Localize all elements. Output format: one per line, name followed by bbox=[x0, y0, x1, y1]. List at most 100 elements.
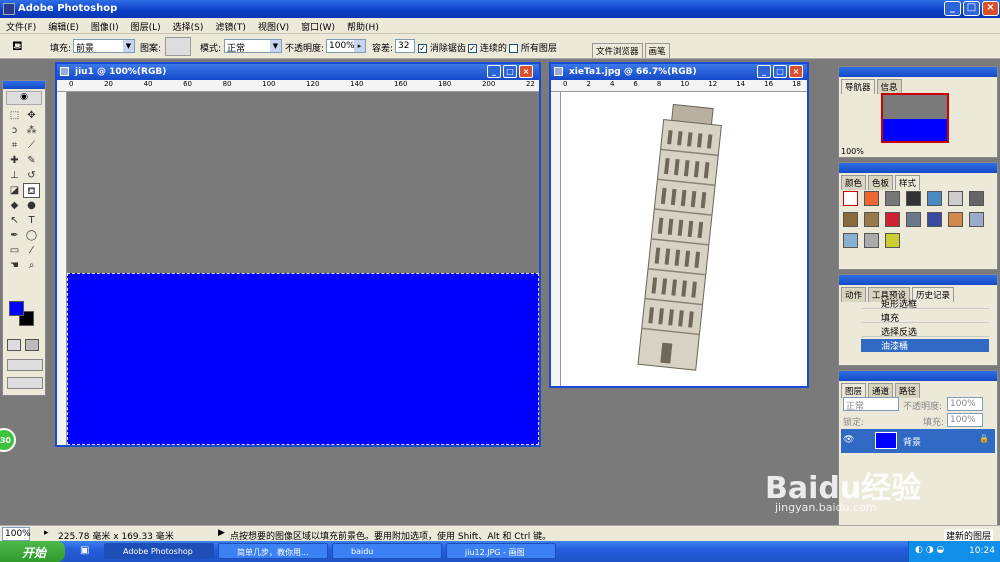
history-item[interactable]: 填充 bbox=[861, 311, 989, 324]
clone-stamp-icon[interactable]: ⊥ bbox=[6, 168, 23, 183]
opacity-input[interactable]: 100% ▸ bbox=[326, 39, 366, 53]
taskbar-item-paint[interactable]: jiu12.JPG - 画图 bbox=[446, 543, 556, 559]
slice-tool-icon[interactable]: ⟋ bbox=[23, 138, 40, 153]
standard-mode-icon[interactable] bbox=[7, 339, 21, 351]
pen-tool-icon[interactable]: ✒ bbox=[6, 228, 23, 243]
move-tool-icon[interactable]: ✥ bbox=[23, 108, 40, 123]
eraser-tool-icon[interactable]: ◪ bbox=[6, 183, 23, 198]
type-tool-icon[interactable]: T bbox=[23, 213, 40, 228]
status-zoom-input[interactable]: 100% bbox=[2, 527, 31, 541]
style-swatch[interactable] bbox=[864, 191, 879, 206]
layer-opacity-input[interactable]: 100% bbox=[947, 397, 983, 411]
taskbar-item-browser[interactable]: 简单几步，教你用... bbox=[218, 543, 328, 559]
menu-edit[interactable]: 编辑(E) bbox=[42, 18, 85, 35]
taskbar-item-photoshop[interactable]: Adobe Photoshop bbox=[104, 543, 214, 559]
foreground-color[interactable] bbox=[9, 301, 24, 316]
doc2-minimize-button[interactable]: _ bbox=[757, 65, 771, 78]
tab-color[interactable]: 颜色 bbox=[841, 175, 867, 190]
hand-tool-icon[interactable]: ☚ bbox=[6, 258, 23, 273]
mode-select[interactable]: 正常 ▼ bbox=[224, 39, 282, 54]
antialias-checkbox[interactable]: ✓ 消除锯齿 bbox=[418, 41, 466, 54]
lasso-tool-icon[interactable]: ↄ bbox=[6, 123, 23, 138]
eye-icon[interactable]: 👁 bbox=[843, 435, 854, 445]
tab-layers[interactable]: 图层 bbox=[841, 383, 867, 398]
dodge-tool-icon[interactable]: ● bbox=[23, 198, 40, 213]
imageready-icon[interactable] bbox=[7, 377, 43, 389]
maximize-button[interactable]: □ bbox=[963, 1, 980, 16]
history-item-selected[interactable]: 油漆桶 bbox=[861, 339, 989, 352]
blend-mode-select[interactable]: 正常 bbox=[843, 397, 899, 412]
style-swatch[interactable] bbox=[927, 212, 942, 227]
tab-channels[interactable]: 通道 bbox=[868, 383, 894, 398]
style-swatch[interactable] bbox=[906, 212, 921, 227]
style-swatch[interactable] bbox=[885, 191, 900, 206]
shape-tool-icon[interactable]: ◯ bbox=[23, 228, 40, 243]
menu-layer[interactable]: 图层(L) bbox=[125, 18, 167, 35]
style-swatch[interactable] bbox=[906, 191, 921, 206]
quickmask-mode-icon[interactable] bbox=[25, 339, 39, 351]
tray-icons[interactable]: ◐ ◑ ◒ bbox=[915, 545, 944, 555]
layer-row-background[interactable]: 👁 背景 🔒 bbox=[841, 429, 995, 453]
style-swatch[interactable] bbox=[969, 212, 984, 227]
contiguous-checkbox[interactable]: ✓ 连续的 bbox=[468, 41, 507, 54]
layer-fill-input[interactable]: 100% bbox=[947, 413, 983, 427]
menu-image[interactable]: 图像(I) bbox=[85, 18, 125, 35]
tab-info[interactable]: 信息 bbox=[876, 79, 902, 94]
paint-bucket-icon[interactable]: ⛾ bbox=[12, 39, 23, 56]
style-swatch[interactable] bbox=[843, 212, 858, 227]
doc1-maximize-button[interactable]: □ bbox=[503, 65, 517, 78]
navigator-preview[interactable] bbox=[881, 93, 949, 143]
style-swatch[interactable] bbox=[843, 233, 858, 248]
brush-tool-icon[interactable]: ✎ bbox=[23, 153, 40, 168]
healing-brush-icon[interactable]: ✚ bbox=[6, 153, 23, 168]
minimize-button[interactable]: _ bbox=[944, 1, 961, 16]
tab-paths[interactable]: 路径 bbox=[895, 383, 921, 398]
screen-mode-icon[interactable] bbox=[7, 359, 43, 371]
history-item[interactable]: 矩形选框 bbox=[861, 297, 989, 310]
menu-select[interactable]: 选择(S) bbox=[167, 18, 210, 35]
menu-view[interactable]: 视图(V) bbox=[252, 18, 295, 35]
magic-wand-icon[interactable]: ⁂ bbox=[23, 123, 40, 138]
all-layers-checkbox[interactable]: 所有图层 bbox=[509, 41, 557, 54]
doc2-close-button[interactable]: × bbox=[789, 65, 803, 78]
start-button[interactable]: 开始 bbox=[0, 541, 65, 562]
menu-window[interactable]: 窗口(W) bbox=[295, 18, 341, 35]
quicklaunch-icon[interactable]: ▣ bbox=[80, 545, 89, 556]
doc1-blue-fill-selection[interactable] bbox=[67, 273, 539, 445]
paint-bucket-tool-icon[interactable]: ⛾ bbox=[23, 183, 40, 198]
doc1-close-button[interactable]: × bbox=[519, 65, 533, 78]
tab-swatches[interactable]: 色板 bbox=[868, 175, 894, 190]
marquee-tool-icon[interactable]: ⬚ bbox=[6, 108, 23, 123]
doc2-maximize-button[interactable]: □ bbox=[773, 65, 787, 78]
blur-tool-icon[interactable]: ◆ bbox=[6, 198, 23, 213]
style-swatch[interactable] bbox=[969, 191, 984, 206]
fill-select[interactable]: 前景 ▼ bbox=[73, 39, 135, 54]
style-swatch[interactable] bbox=[885, 212, 900, 227]
style-swatch[interactable] bbox=[948, 191, 963, 206]
style-swatch[interactable] bbox=[927, 191, 942, 206]
eyedropper-icon[interactable]: ⁄ bbox=[23, 243, 40, 258]
style-swatch[interactable] bbox=[864, 233, 879, 248]
doc2-canvas[interactable] bbox=[561, 92, 807, 386]
path-select-icon[interactable]: ↖ bbox=[6, 213, 23, 228]
tab-file-browser[interactable]: 文件浏览器 bbox=[592, 43, 643, 58]
menu-file[interactable]: 文件(F) bbox=[0, 18, 42, 35]
style-swatch[interactable] bbox=[864, 212, 879, 227]
style-swatch[interactable] bbox=[948, 212, 963, 227]
tolerance-input[interactable]: 32 bbox=[395, 39, 415, 53]
adobe-online-icon[interactable]: ◉ bbox=[6, 91, 42, 105]
tab-brushes[interactable]: 画笔 bbox=[644, 43, 670, 58]
tab-navigator[interactable]: 导航器 bbox=[841, 79, 875, 94]
style-swatch[interactable] bbox=[843, 191, 858, 206]
menu-help[interactable]: 帮助(H) bbox=[341, 18, 385, 35]
tab-styles[interactable]: 样式 bbox=[895, 175, 921, 190]
history-brush-icon[interactable]: ↺ bbox=[23, 168, 40, 183]
doc-info-arrow-icon[interactable]: ▸ bbox=[44, 528, 49, 538]
history-item[interactable]: 选择反选 bbox=[861, 325, 989, 338]
style-swatch[interactable] bbox=[885, 233, 900, 248]
crop-tool-icon[interactable]: ⌗ bbox=[6, 138, 23, 153]
taskbar-item-folder[interactable]: baidu bbox=[332, 543, 442, 559]
navigator-zoom[interactable]: 100% bbox=[841, 147, 864, 156]
zoom-tool-icon[interactable]: ⌕ bbox=[23, 258, 40, 273]
doc1-gray-area[interactable] bbox=[67, 92, 539, 273]
